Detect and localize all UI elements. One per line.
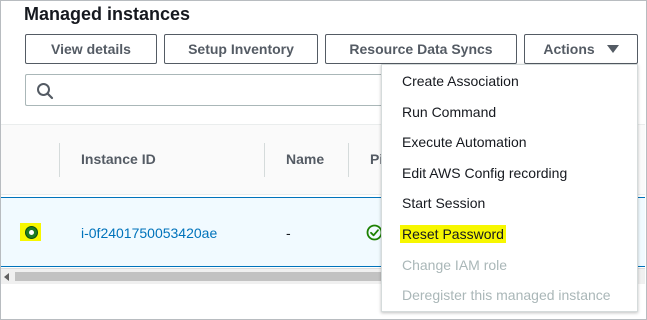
- instance-name-cell: -: [286, 225, 291, 241]
- page-title: Managed instances: [24, 4, 191, 24]
- menu-item-label: Create Association: [402, 73, 519, 89]
- menu-item-label: Change IAM role: [402, 257, 508, 273]
- column-header-name[interactable]: Name: [286, 151, 324, 167]
- actions-button[interactable]: Actions: [524, 34, 638, 64]
- column-header-instance-id[interactable]: Instance ID: [81, 151, 156, 167]
- row-select-radio[interactable]: [25, 226, 38, 239]
- menu-item-create-association[interactable]: Create Association: [402, 73, 519, 89]
- instance-id-link[interactable]: i-0f2401750053420ae: [81, 225, 217, 241]
- actions-dropdown-menu: Create Association Run Command Execute A…: [381, 64, 638, 312]
- setup-inventory-label: Setup Inventory: [188, 41, 294, 57]
- menu-item-label: Start Session: [402, 195, 486, 211]
- search-input[interactable]: [25, 74, 405, 106]
- menu-item-label: Reset Password: [400, 225, 506, 243]
- menu-item-run-command[interactable]: Run Command: [402, 104, 496, 120]
- radio-dot: [29, 230, 34, 235]
- scroll-left-arrow-icon[interactable]: [4, 273, 9, 281]
- column-divider: [59, 143, 60, 177]
- search-icon: [37, 83, 54, 100]
- column-divider: [348, 143, 349, 177]
- view-details-button[interactable]: View details: [25, 34, 157, 64]
- menu-item-label: Execute Automation: [402, 134, 527, 150]
- column-divider: [264, 143, 265, 177]
- menu-item-label: Deregister this managed instance: [402, 287, 611, 303]
- view-details-label: View details: [51, 41, 131, 57]
- menu-item-label: Edit AWS Config recording: [402, 165, 568, 181]
- menu-item-label: Run Command: [402, 104, 497, 120]
- menu-item-deregister-managed-instance: Deregister this managed instance: [402, 287, 611, 303]
- resource-data-syncs-label: Resource Data Syncs: [349, 41, 493, 57]
- caret-down-icon: [606, 45, 619, 53]
- actions-label: Actions: [543, 41, 595, 57]
- menu-item-edit-aws-config-recording[interactable]: Edit AWS Config recording: [402, 165, 567, 181]
- menu-item-reset-password[interactable]: Reset Password: [400, 225, 506, 243]
- resource-data-syncs-button[interactable]: Resource Data Syncs: [325, 34, 517, 64]
- menu-item-change-iam-role: Change IAM role: [402, 257, 507, 273]
- scrollbar-thumb[interactable]: [15, 272, 381, 281]
- setup-inventory-button[interactable]: Setup Inventory: [164, 34, 318, 64]
- menu-item-execute-automation[interactable]: Execute Automation: [402, 134, 527, 150]
- menu-item-start-session[interactable]: Start Session: [402, 195, 485, 211]
